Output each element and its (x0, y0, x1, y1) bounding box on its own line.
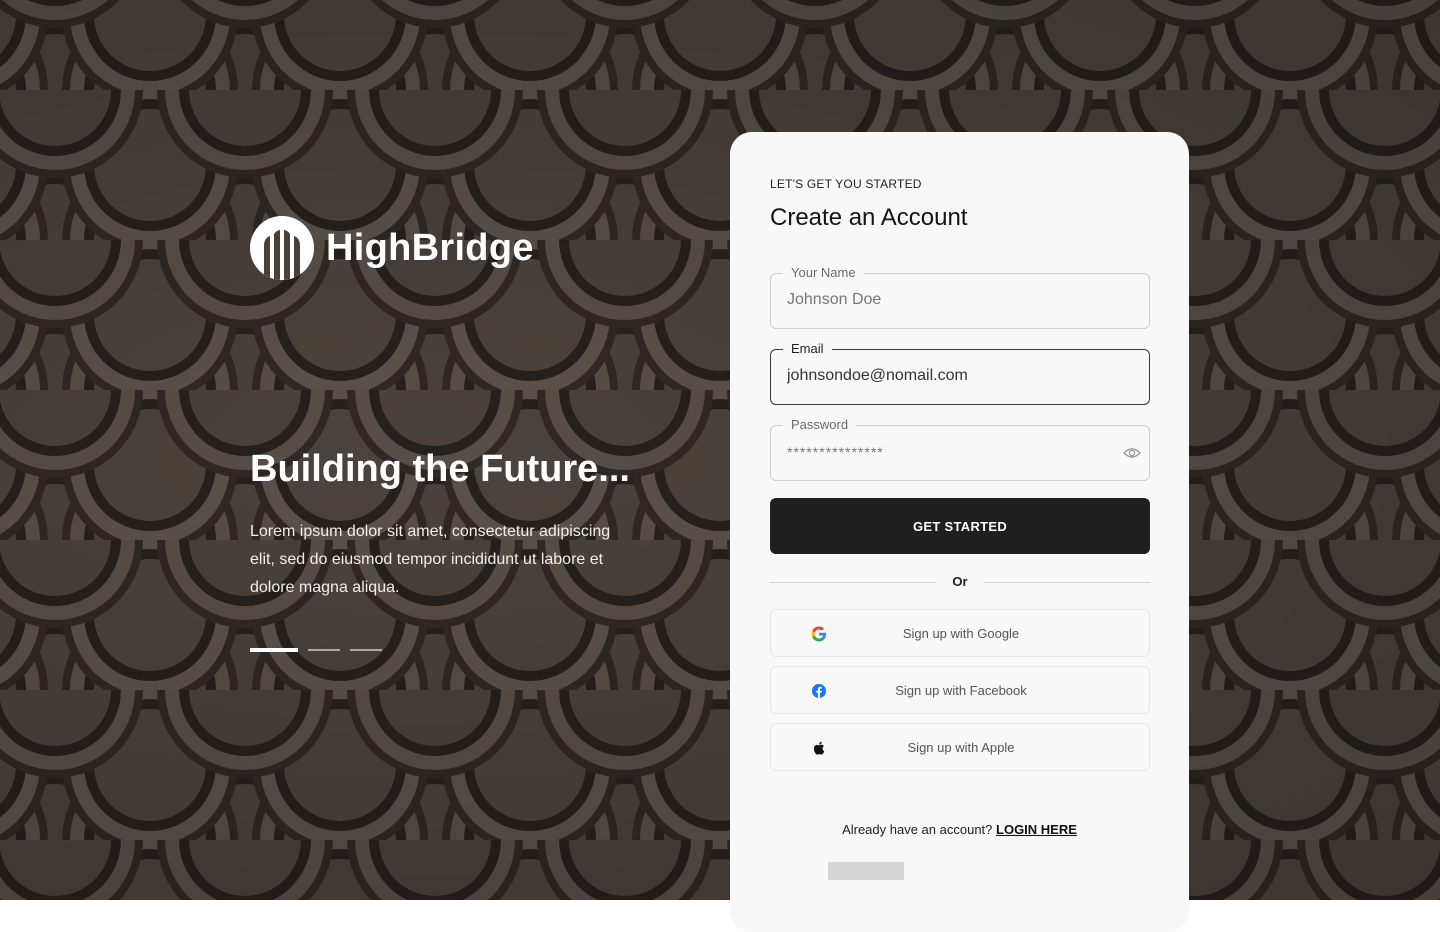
or-divider: Or (770, 574, 1150, 590)
eye-icon[interactable] (1123, 446, 1141, 460)
get-started-button[interactable]: GET STARTED (770, 498, 1150, 554)
apple-signup-label: Sign up with Apple (907, 740, 1015, 755)
facebook-signup-button[interactable]: Sign up with Facebook (770, 666, 1150, 714)
email-input[interactable] (787, 364, 1117, 388)
name-field[interactable]: Your Name (770, 265, 1150, 329)
background-texture (0, 0, 1440, 900)
password-field-label: Password (783, 417, 857, 432)
highbridge-logo-icon (250, 216, 314, 280)
name-input[interactable] (787, 288, 1117, 312)
hero-title: Building the Future... (250, 448, 630, 490)
email-field-label: Email (783, 341, 832, 356)
carousel-dot-3[interactable] (350, 649, 382, 651)
login-link[interactable]: LOGIN HERE (996, 822, 1077, 837)
login-prompt-text: Already have an account? (842, 822, 993, 837)
form-eyebrow: LET'S GET YOU STARTED (770, 177, 922, 191)
email-field[interactable]: Email (770, 341, 1150, 405)
signup-card: LET'S GET YOU STARTED Create an Account … (730, 132, 1189, 932)
apple-signup-button[interactable]: Sign up with Apple (770, 723, 1150, 771)
google-signup-button[interactable]: Sign up with Google (770, 609, 1150, 657)
name-field-label: Your Name (783, 265, 864, 280)
carousel-indicators (250, 648, 392, 652)
facebook-signup-label: Sign up with Facebook (895, 683, 1027, 698)
google-signup-label: Sign up with Google (902, 626, 1020, 641)
brand-name: HighBridge (326, 226, 534, 269)
password-input[interactable] (787, 440, 1117, 464)
or-label: Or (952, 574, 968, 589)
scroll-indicator (828, 862, 904, 880)
brand-logo: HighBridge (250, 216, 534, 280)
form-title: Create an Account (770, 204, 968, 231)
carousel-dot-2[interactable] (308, 649, 340, 651)
hero-description: Lorem ipsum dolor sit amet, consectetur … (250, 523, 611, 596)
carousel-dot-1[interactable] (250, 648, 298, 652)
password-field[interactable]: Password (770, 417, 1150, 481)
login-prompt: Already have an account? LOGIN HERE (730, 822, 1189, 837)
